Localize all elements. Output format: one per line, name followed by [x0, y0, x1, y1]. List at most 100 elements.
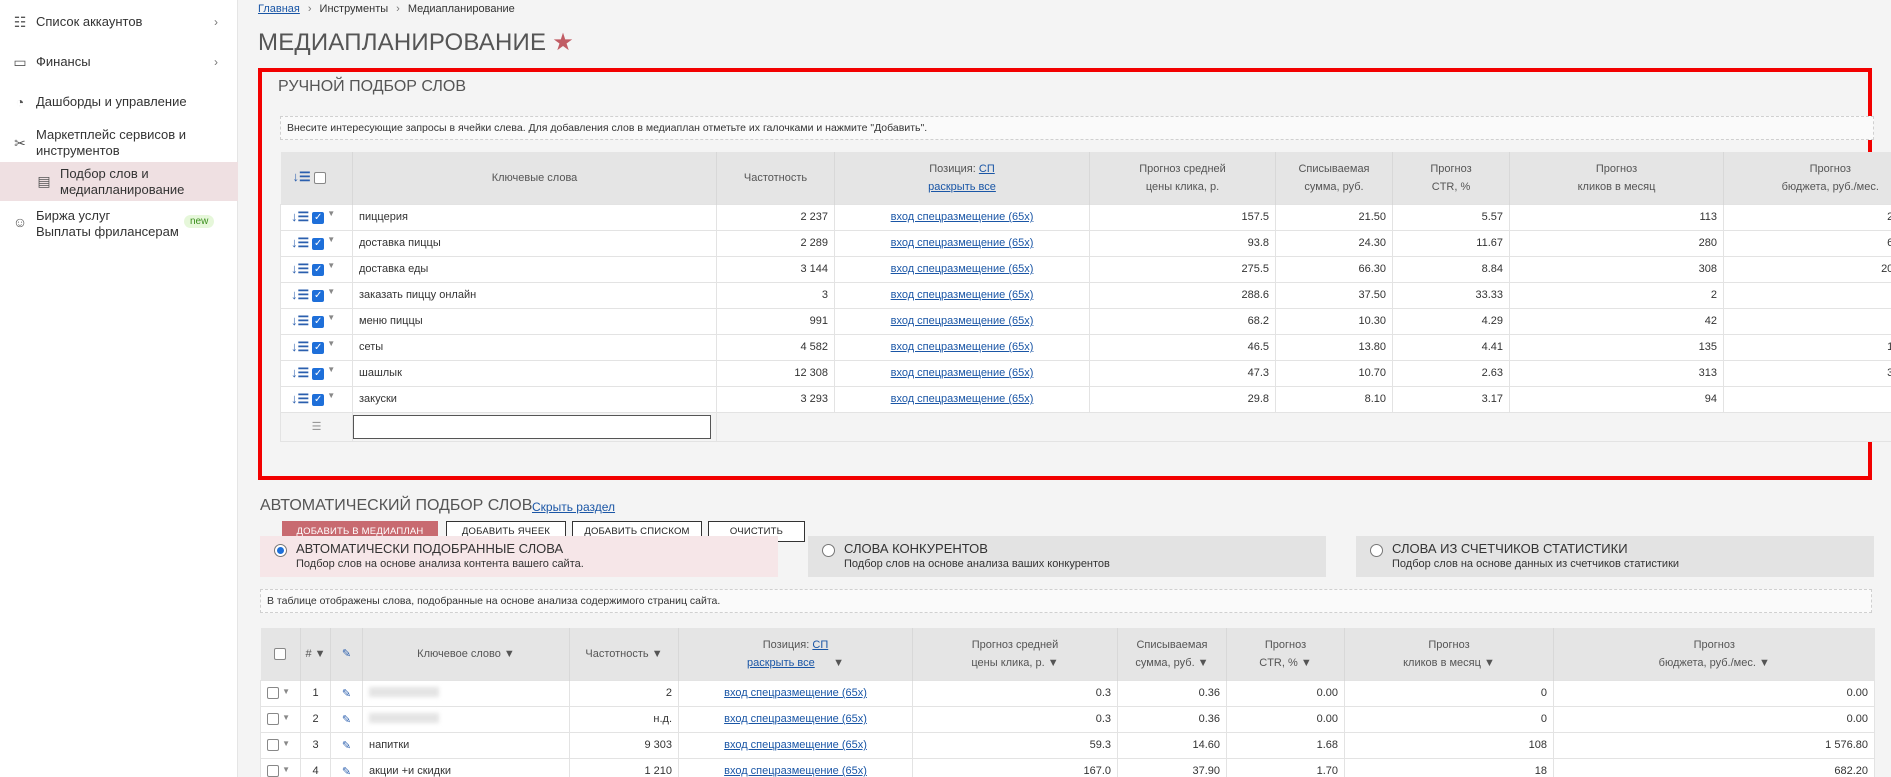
row-checkbox[interactable] [267, 687, 279, 700]
pencil-icon[interactable]: ✎ [342, 688, 351, 700]
row-checkbox[interactable]: ✓ [312, 342, 325, 355]
header-budget[interactable]: Прогноз бюджета, руб./мес. ▼ [1553, 628, 1875, 680]
dropdown-icon[interactable]: ▼ [327, 313, 335, 322]
row-checkbox[interactable]: ✓ [312, 316, 325, 329]
header-ctr[interactable]: Прогноз CTR, % ▼ [1226, 628, 1345, 680]
keyword-cell[interactable]: доставка пиццы [352, 229, 717, 257]
header-cpc[interactable]: Прогноз средней цены клика, р. ▼ [912, 628, 1118, 680]
star-icon[interactable]: ★ [552, 29, 574, 56]
row-checkbox[interactable]: ✓ [312, 264, 325, 277]
select-all-checkbox[interactable] [274, 647, 287, 660]
position-link[interactable]: вход спецразмещение (65х) [891, 263, 1034, 275]
manual-keywords-table: ↓☰ Ключевые слова Частотность Позиция: С… [280, 152, 1891, 442]
sort-icon[interactable]: ↓☰ [293, 169, 311, 184]
budget-cell: 1 863.00 [1723, 333, 1891, 361]
header-keyword[interactable]: Ключевое слово ▼ [362, 628, 570, 680]
expand-all-link[interactable]: раскрыть все [747, 657, 815, 669]
dropdown-icon[interactable]: ▼ [327, 339, 335, 348]
sort-icon[interactable]: ↓☰ [291, 235, 309, 250]
dropdown-icon[interactable]: ▼ [282, 739, 290, 748]
keyword-cell[interactable]: закуски [352, 385, 717, 413]
position-link[interactable]: вход спецразмещение (65х) [724, 687, 867, 699]
sidebar-item-label: медиапланирование [60, 182, 185, 197]
header-number[interactable]: # ▼ [300, 628, 331, 680]
dropdown-icon[interactable]: ▼ [327, 209, 335, 218]
sort-icon[interactable]: ↓☰ [291, 339, 309, 354]
dropdown-icon[interactable]: ▼ [282, 765, 290, 774]
tab-stats-words[interactable]: СЛОВА ИЗ СЧЕТЧИКОВ СТАТИСТИКИ Подбор сло… [1356, 536, 1874, 577]
hide-section-link[interactable]: Скрыть раздел [532, 500, 615, 514]
header-clicks[interactable]: Прогноз кликов в месяц ▼ [1344, 628, 1554, 680]
header-line: CTR, % [1431, 180, 1471, 193]
keyword-cell[interactable]: сеты [352, 333, 717, 361]
sp-link[interactable]: СП [812, 639, 828, 651]
edit-cell: ✎ [330, 679, 363, 707]
dropdown-icon[interactable]: ▼ [282, 713, 290, 722]
row-checkbox[interactable] [267, 765, 279, 777]
sort-icon[interactable]: ↓☰ [291, 287, 309, 302]
position-link[interactable]: вход спецразмещение (65х) [891, 393, 1034, 405]
sidebar-item-mediaplan[interactable]: ▤ Подбор слов и медиапланирование [0, 162, 238, 201]
sort-icon[interactable]: ↓☰ [291, 313, 309, 328]
row-checkbox[interactable]: ✓ [312, 238, 325, 251]
row-checkbox[interactable]: ✓ [312, 212, 325, 225]
position-link[interactable]: вход спецразмещение (65х) [724, 713, 867, 725]
dropdown-icon[interactable]: ▼ [282, 687, 290, 696]
keyword-cell[interactable]: доставка еды [352, 255, 717, 283]
radio-selected[interactable] [274, 544, 287, 557]
position-link[interactable]: вход спецразмещение (65х) [891, 315, 1034, 327]
tab-title: АВТОМАТИЧЕСКИ ПОДОБРАННЫЕ СЛОВА [296, 541, 564, 556]
position-link[interactable]: вход спецразмещение (65х) [724, 765, 867, 777]
header-frequency[interactable]: Частотность ▼ [569, 628, 679, 680]
row-checkbox[interactable] [267, 713, 279, 726]
select-all-checkbox[interactable] [313, 172, 326, 185]
sort-icon[interactable]: ↓☰ [291, 209, 309, 224]
position-link[interactable]: вход спецразмещение (65х) [724, 739, 867, 751]
position-link[interactable]: вход спецразмещение (65х) [891, 341, 1034, 353]
keyword-cell[interactable]: меню пиццы [352, 307, 717, 335]
header-line: цены клика, р. [1145, 180, 1220, 193]
dropdown-icon[interactable]: ▼ [327, 391, 335, 400]
sidebar-item-finance[interactable]: ▭ Финансы › [0, 54, 238, 74]
sort-icon[interactable]: ↓☰ [291, 391, 309, 406]
row-checkbox[interactable]: ✓ [312, 290, 325, 303]
sort-arrow[interactable]: ▼ [833, 657, 844, 669]
sidebar-item-marketplace[interactable]: ✂ Маркетплейс сервисов и инструментов [0, 127, 238, 161]
new-keyword-input[interactable] [353, 414, 711, 439]
row-checkbox[interactable]: ✓ [312, 368, 325, 381]
breadcrumb-home-link[interactable]: Главная [258, 3, 300, 15]
expand-all-link[interactable]: раскрыть все [928, 181, 996, 193]
sort-icon[interactable]: ↓☰ [291, 365, 309, 380]
radio[interactable] [1370, 544, 1383, 557]
breadcrumb-tools[interactable]: Инструменты [320, 3, 389, 15]
dropdown-icon[interactable]: ▼ [327, 287, 335, 296]
header-line: Прогноз [1428, 638, 1470, 651]
radio[interactable] [822, 544, 835, 557]
position-link[interactable]: вход спецразмещение (65х) [891, 289, 1034, 301]
pencil-icon[interactable]: ✎ [342, 766, 351, 777]
table-row: ↓☰ ✓ ▼ пиццерия 2 237 вход спецразмещение (… [280, 203, 1891, 231]
position-link[interactable]: вход спецразмещение (65х) [891, 211, 1034, 223]
dropdown-icon[interactable]: ▼ [327, 365, 335, 374]
dropdown-icon[interactable]: ▼ [327, 261, 335, 270]
sp-link[interactable]: СП [979, 163, 995, 175]
sidebar-item-accounts[interactable]: ☷ Список аккаунтов › [0, 14, 238, 34]
pencil-icon[interactable]: ✎ [342, 648, 351, 660]
dropdown-icon[interactable]: ▼ [327, 235, 335, 244]
keyword-cell[interactable]: пиццерия [352, 203, 717, 231]
header-spend[interactable]: Списываемая сумма, руб. ▼ [1117, 628, 1227, 680]
position-link[interactable]: вход спецразмещение (65х) [891, 237, 1034, 249]
pencil-icon[interactable]: ✎ [342, 714, 351, 726]
header-keywords: Ключевые слова [352, 152, 717, 204]
pencil-icon[interactable]: ✎ [342, 740, 351, 752]
sort-icon[interactable]: ↓☰ [291, 261, 309, 276]
sidebar-item-dashboards[interactable]: ◔ Дашборды и управление [0, 94, 238, 114]
header-line: кликов в месяц [1577, 180, 1656, 193]
position-link[interactable]: вход спецразмещение (65х) [891, 367, 1034, 379]
tab-auto-words[interactable]: АВТОМАТИЧЕСКИ ПОДОБРАННЫЕ СЛОВА Подбор с… [260, 536, 778, 577]
tab-competitor-words[interactable]: СЛОВА КОНКУРЕНТОВ Подбор слов на основе … [808, 536, 1326, 577]
keyword-cell[interactable]: шашлык [352, 359, 717, 387]
row-checkbox[interactable]: ✓ [312, 394, 325, 407]
row-checkbox[interactable] [267, 739, 279, 752]
keyword-cell[interactable]: заказать пиццу онлайн [352, 281, 717, 309]
